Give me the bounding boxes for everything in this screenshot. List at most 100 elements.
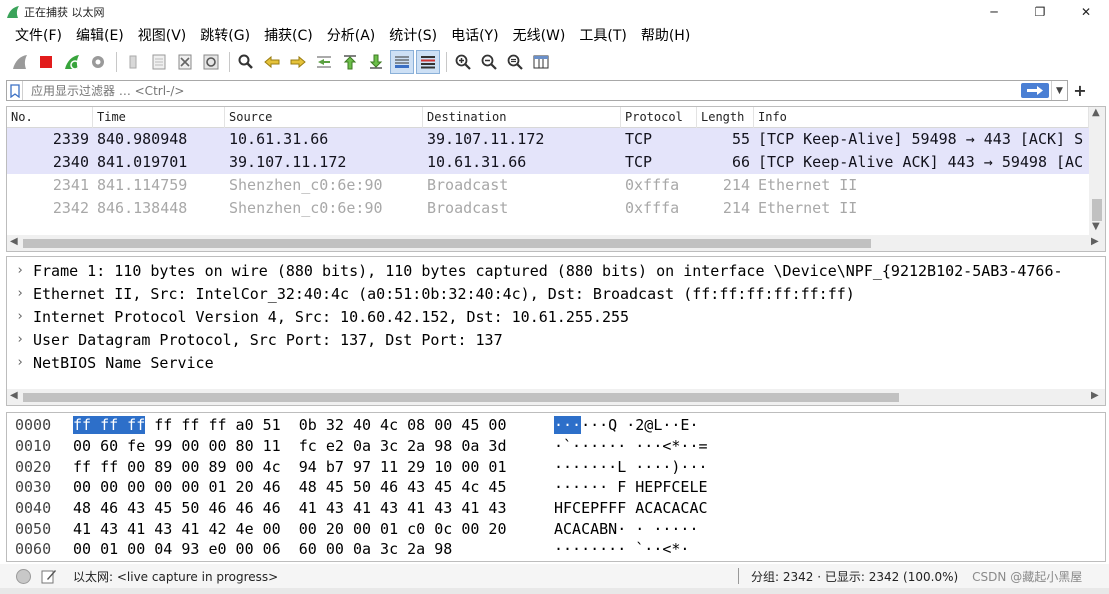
detail-text: NetBIOS Name Service xyxy=(33,353,214,372)
scrollbar-thumb[interactable] xyxy=(23,393,899,402)
bytes-hex: 41 43 41 43 41 42 4e 00 00 20 00 01 c0 0… xyxy=(73,519,507,538)
bytes-hex-rest: ff ff ff a0 51 0b 32 40 4c 08 00 45 00 xyxy=(145,416,507,435)
detail-tree-item[interactable]: › Frame 1: 110 bytes on wire (880 bits),… xyxy=(7,259,1105,282)
resize-columns-button[interactable] xyxy=(529,50,553,74)
details-horizontal-scrollbar[interactable]: ◀ ▶ xyxy=(7,389,1105,405)
bytes-row[interactable]: 0010 00 60 fe 99 00 00 80 11 fc e2 0a 3c… xyxy=(7,436,1105,457)
capture-options-button[interactable] xyxy=(86,50,110,74)
zoom-reset-icon xyxy=(507,54,523,70)
auto-scroll-button[interactable] xyxy=(390,50,414,74)
display-filter-input[interactable] xyxy=(23,81,1021,100)
save-file-button[interactable] xyxy=(147,50,171,74)
column-header-no[interactable]: No. xyxy=(7,107,93,128)
auto-scroll-icon xyxy=(395,56,409,68)
scrollbar-thumb[interactable] xyxy=(1092,199,1102,221)
menu-telephony[interactable]: 电话(Y) xyxy=(444,25,505,45)
bytes-ascii-selected[interactable]: ··· xyxy=(554,416,582,435)
detail-tree-item[interactable]: › User Datagram Protocol, Src Port: 137,… xyxy=(7,328,1105,351)
zoom-out-button[interactable] xyxy=(477,50,501,74)
column-header-time[interactable]: Time xyxy=(93,107,225,128)
packet-protocol: 0xfffa xyxy=(625,176,680,194)
bytes-row[interactable]: 0060 00 01 00 04 93 e0 00 06 60 00 0a 3c… xyxy=(7,539,1105,560)
capture-comment-icon[interactable] xyxy=(41,568,57,584)
menu-help[interactable]: 帮助(H) xyxy=(634,25,697,45)
menu-capture[interactable]: 捕获(C) xyxy=(257,25,320,45)
last-packet-button[interactable] xyxy=(364,50,388,74)
scrollbar-thumb[interactable] xyxy=(23,239,871,248)
column-header-protocol[interactable]: Protocol xyxy=(621,107,697,128)
column-header-info[interactable]: Info xyxy=(754,107,1089,128)
expert-info-icon[interactable] xyxy=(16,568,31,584)
restart-capture-button[interactable] xyxy=(60,50,84,74)
chevron-right-icon[interactable]: › xyxy=(7,332,33,347)
packet-row[interactable]: 2341 841.114759 Shenzhen_c0:6e:90 Broadc… xyxy=(7,174,1105,197)
minimize-button[interactable]: ─ xyxy=(971,0,1017,24)
chevron-right-icon[interactable]: ▶ xyxy=(1091,390,1099,401)
column-header-destination[interactable]: Destination xyxy=(423,107,621,128)
chevron-right-icon[interactable]: › xyxy=(7,309,33,324)
bytes-offset: 0040 xyxy=(15,499,52,518)
packet-length: 66 xyxy=(731,153,750,171)
chevron-right-icon[interactable]: › xyxy=(7,263,33,278)
chevron-up-icon[interactable]: ▲ xyxy=(1092,107,1100,118)
bytes-row[interactable]: 0040 48 46 43 45 50 46 46 46 41 43 41 43… xyxy=(7,498,1105,519)
menu-file[interactable]: 文件(F) xyxy=(8,25,69,45)
toolbar-separator xyxy=(116,52,117,72)
chevron-left-icon[interactable]: ◀ xyxy=(10,236,18,247)
bytes-row[interactable]: 0050 41 43 41 43 41 42 4e 00 00 20 00 01… xyxy=(7,518,1105,539)
packet-destination: 39.107.11.172 xyxy=(427,130,545,148)
packet-no: 2339 xyxy=(52,130,89,148)
file-icon xyxy=(152,54,166,70)
chevron-right-icon[interactable]: › xyxy=(7,286,33,301)
packet-info: [TCP Keep-Alive ACK] 443 → 59498 [AC xyxy=(758,153,1084,171)
colorize-button[interactable] xyxy=(416,50,440,74)
reload-icon xyxy=(203,54,219,70)
detail-tree-item[interactable]: › Internet Protocol Version 4, Src: 10.6… xyxy=(7,305,1105,328)
stop-capture-button[interactable] xyxy=(34,50,58,74)
packet-list-vertical-scrollbar[interactable]: ▲ ▼ xyxy=(1089,107,1105,235)
zoom-reset-button[interactable] xyxy=(503,50,527,74)
zoom-in-button[interactable] xyxy=(451,50,475,74)
filter-bookmark-button[interactable] xyxy=(7,81,23,100)
packet-list-horizontal-scrollbar[interactable]: ◀ ▶ xyxy=(7,235,1105,251)
bytes-row[interactable]: 0000 ff ff ff ff ff ff a0 51 0b 32 40 4c… xyxy=(7,415,1105,436)
chevron-right-icon[interactable]: ▶ xyxy=(1091,236,1099,247)
add-filter-button[interactable]: + xyxy=(1072,80,1088,101)
bytes-offset: 0060 xyxy=(15,540,52,559)
packet-row[interactable]: 2340 841.019701 39.107.11.172 10.61.31.6… xyxy=(7,151,1105,174)
menu-go[interactable]: 跳转(G) xyxy=(193,25,257,45)
close-button[interactable]: ✕ xyxy=(1063,0,1109,24)
bytes-row[interactable]: 0020 ff ff 00 89 00 89 00 4c 94 b7 97 11… xyxy=(7,456,1105,477)
menu-statistics[interactable]: 统计(S) xyxy=(382,25,444,45)
maximize-button[interactable]: ❐ xyxy=(1017,0,1063,24)
apply-filter-button[interactable] xyxy=(1021,83,1049,98)
column-header-source[interactable]: Source xyxy=(225,107,423,128)
menu-edit[interactable]: 编辑(E) xyxy=(69,25,131,45)
chevron-left-icon[interactable]: ◀ xyxy=(10,390,18,401)
menu-wireless[interactable]: 无线(W) xyxy=(506,25,573,45)
menu-view[interactable]: 视图(V) xyxy=(131,25,194,45)
go-to-packet-button[interactable] xyxy=(312,50,336,74)
packet-row[interactable]: 2342 846.138448 Shenzhen_c0:6e:90 Broadc… xyxy=(7,197,1105,220)
menu-tools[interactable]: 工具(T) xyxy=(572,25,633,45)
chevron-down-icon[interactable]: ▼ xyxy=(1092,221,1100,232)
packet-no: 2342 xyxy=(52,199,89,217)
filter-history-dropdown[interactable]: ▼ xyxy=(1051,81,1067,100)
menu-analyze[interactable]: 分析(A) xyxy=(320,25,383,45)
bytes-row[interactable]: 0030 00 00 00 00 00 01 20 46 48 45 50 46… xyxy=(7,477,1105,498)
bytes-ascii: ······ F HEPFCELE xyxy=(554,478,708,497)
packet-row[interactable]: 2339 840.980948 10.61.31.66 39.107.11.17… xyxy=(7,128,1105,151)
find-packet-button[interactable] xyxy=(234,50,258,74)
detail-tree-item[interactable]: › Ethernet II, Src: IntelCor_32:40:4c (a… xyxy=(7,282,1105,305)
first-packet-button[interactable] xyxy=(338,50,362,74)
go-back-button[interactable] xyxy=(260,50,284,74)
chevron-right-icon[interactable]: › xyxy=(7,355,33,370)
start-capture-button[interactable] xyxy=(8,50,32,74)
column-header-length[interactable]: Length xyxy=(697,107,754,128)
go-forward-button[interactable] xyxy=(286,50,310,74)
open-file-button[interactable] xyxy=(121,50,145,74)
close-file-button[interactable] xyxy=(173,50,197,74)
reload-file-button[interactable] xyxy=(199,50,223,74)
bytes-hex-selected[interactable]: ff ff ff xyxy=(73,416,146,435)
detail-tree-item[interactable]: › NetBIOS Name Service xyxy=(7,351,1105,374)
